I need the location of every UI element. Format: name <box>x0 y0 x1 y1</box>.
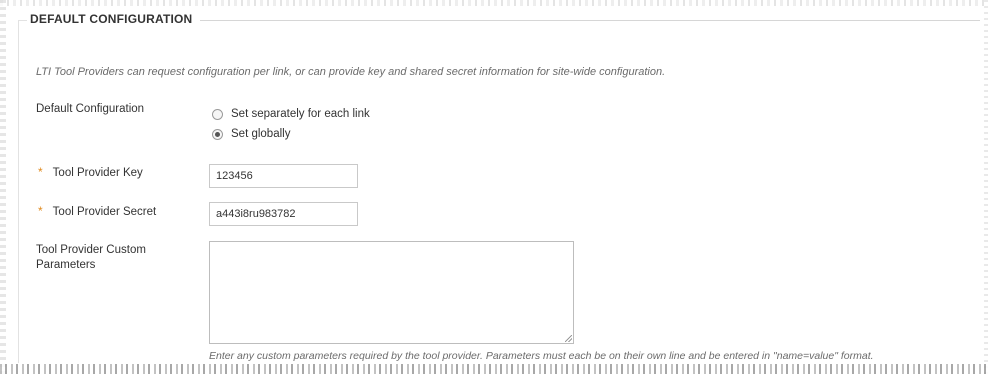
default-configuration-page: DEFAULT CONFIGURATION LTI Tool Providers… <box>0 0 988 374</box>
torn-edge-right <box>984 0 988 374</box>
required-marker: * <box>38 165 43 179</box>
tool-provider-key-label: * Tool Provider Key <box>38 165 143 179</box>
default-configuration-label: Default Configuration <box>36 103 145 115</box>
section-title: DEFAULT CONFIGURATION <box>30 12 201 26</box>
tool-provider-secret-input[interactable]: a443i8ru983782 <box>209 202 358 226</box>
custom-parameters-textarea[interactable] <box>209 241 574 344</box>
required-marker: * <box>38 204 43 218</box>
radio-label-set-separately: Set separately for each link <box>231 108 370 120</box>
section-border <box>18 20 27 363</box>
radio-set-globally[interactable]: Set globally <box>212 128 290 140</box>
custom-parameters-help-text: Enter any custom parameters required by … <box>209 350 874 362</box>
section-help-text: LTI Tool Providers can request configura… <box>36 66 666 78</box>
tool-provider-secret-label: * Tool Provider Secret <box>38 204 156 218</box>
custom-parameters-label: Tool Provider Custom Parameters <box>36 244 146 271</box>
radio-button-unchecked[interactable] <box>212 108 223 120</box>
torn-edge-top <box>0 0 988 6</box>
torn-edge-bottom <box>0 364 988 374</box>
radio-button-checked[interactable] <box>212 128 223 140</box>
radio-set-separately[interactable]: Set separately for each link <box>212 108 370 120</box>
tool-provider-key-input[interactable]: 123456 <box>209 164 358 188</box>
radio-label-set-globally: Set globally <box>231 128 291 140</box>
tool-provider-key-label-text: Tool Provider Key <box>52 167 143 179</box>
tool-provider-secret-label-text: Tool Provider Secret <box>52 206 157 218</box>
resize-handle-icon[interactable] <box>565 335 572 342</box>
torn-edge-left <box>0 0 6 374</box>
section-divider <box>200 20 980 21</box>
